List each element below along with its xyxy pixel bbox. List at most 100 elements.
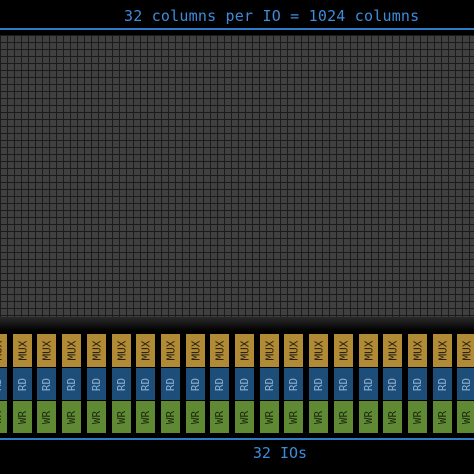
io-rd-label: RD bbox=[139, 377, 152, 391]
io-mux-block: MUX bbox=[112, 334, 131, 367]
ios-label: 32 IOs bbox=[252, 444, 308, 462]
io-mux-label: MUX bbox=[189, 340, 202, 361]
io-rd-label: RD bbox=[460, 377, 473, 391]
io-rd-label: RD bbox=[65, 377, 78, 391]
io-rd-label: RD bbox=[16, 377, 29, 391]
io-wr-label: WR bbox=[0, 410, 4, 424]
io-wr-label: WR bbox=[386, 410, 399, 424]
memory-array-grid bbox=[0, 35, 474, 317]
io-wr-label: WR bbox=[263, 410, 276, 424]
io-wr-label: WR bbox=[287, 410, 300, 424]
io-wr-block: WR bbox=[359, 401, 378, 433]
io-rd-label: RD bbox=[238, 377, 251, 391]
io-rd-block: RD bbox=[136, 368, 155, 400]
io-wr-block: WR bbox=[457, 401, 474, 433]
io-rd-block: RD bbox=[408, 368, 427, 400]
io-mux-block: MUX bbox=[186, 334, 205, 367]
io-rd-block: RD bbox=[433, 368, 452, 400]
io-wr-block: WR bbox=[136, 401, 155, 433]
io-rd-label: RD bbox=[90, 377, 103, 391]
io-mux-label: MUX bbox=[213, 340, 226, 361]
io-wr-label: WR bbox=[337, 410, 350, 424]
io-mux-label: MUX bbox=[411, 340, 424, 361]
io-rd-block: RD bbox=[37, 368, 56, 400]
io-wr-block: WR bbox=[408, 401, 427, 433]
io-mux-label: MUX bbox=[436, 340, 449, 361]
io-rd-block: RD bbox=[161, 368, 180, 400]
io-wr-block: WR bbox=[13, 401, 32, 433]
io-mux-block: MUX bbox=[408, 334, 427, 367]
io-mux-block: MUX bbox=[309, 334, 328, 367]
io-wr-label: WR bbox=[362, 410, 375, 424]
io-wr-label: WR bbox=[460, 410, 473, 424]
io-mux-label: MUX bbox=[16, 340, 29, 361]
io-mux-block: MUX bbox=[433, 334, 452, 367]
io-mux-block: MUX bbox=[210, 334, 229, 367]
io-mux-label: MUX bbox=[90, 340, 103, 361]
io-mux-label: MUX bbox=[139, 340, 152, 361]
io-rd-block: RD bbox=[0, 368, 7, 400]
io-wr-label: WR bbox=[411, 410, 424, 424]
io-rd-block: RD bbox=[235, 368, 254, 400]
io-rd-label: RD bbox=[287, 377, 300, 391]
io-mux-block: MUX bbox=[260, 334, 279, 367]
io-rd-label: RD bbox=[115, 377, 128, 391]
io-wr-label: WR bbox=[213, 410, 226, 424]
io-wr-label: WR bbox=[238, 410, 251, 424]
io-mux-block: MUX bbox=[334, 334, 353, 367]
io-wr-label: WR bbox=[312, 410, 325, 424]
io-mux-label: MUX bbox=[386, 340, 399, 361]
io-mux-label: MUX bbox=[0, 340, 4, 361]
io-mux-label: MUX bbox=[287, 340, 300, 361]
io-wr-block: WR bbox=[87, 401, 106, 433]
io-mux-block: MUX bbox=[235, 334, 254, 367]
io-mux-label: MUX bbox=[312, 340, 325, 361]
io-wr-label: WR bbox=[16, 410, 29, 424]
io-wr-block: WR bbox=[210, 401, 229, 433]
io-mux-block: MUX bbox=[13, 334, 32, 367]
io-rd-block: RD bbox=[359, 368, 378, 400]
io-rd-block: RD bbox=[112, 368, 131, 400]
io-mux-block: MUX bbox=[62, 334, 81, 367]
io-mux-block: MUX bbox=[136, 334, 155, 367]
io-wr-block: WR bbox=[260, 401, 279, 433]
io-mux-block: MUX bbox=[284, 334, 303, 367]
io-mux-block: MUX bbox=[383, 334, 402, 367]
io-rd-block: RD bbox=[457, 368, 474, 400]
io-mux-block: MUX bbox=[87, 334, 106, 367]
io-mux-label: MUX bbox=[164, 340, 177, 361]
io-wr-block: WR bbox=[284, 401, 303, 433]
io-wr-label: WR bbox=[164, 410, 177, 424]
io-wr-block: WR bbox=[383, 401, 402, 433]
io-rd-label: RD bbox=[164, 377, 177, 391]
io-mux-block: MUX bbox=[37, 334, 56, 367]
io-rd-label: RD bbox=[337, 377, 350, 391]
io-wr-block: WR bbox=[334, 401, 353, 433]
grid-fade bbox=[0, 317, 474, 331]
io-wr-block: WR bbox=[161, 401, 180, 433]
columns-title: 32 columns per IO = 1024 columns bbox=[124, 7, 420, 25]
io-rd-label: RD bbox=[436, 377, 449, 391]
io-wr-block: WR bbox=[0, 401, 7, 433]
io-rd-block: RD bbox=[186, 368, 205, 400]
io-mux-block: MUX bbox=[359, 334, 378, 367]
io-rd-label: RD bbox=[411, 377, 424, 391]
io-mux-label: MUX bbox=[263, 340, 276, 361]
io-rd-label: RD bbox=[312, 377, 325, 391]
io-wr-block: WR bbox=[309, 401, 328, 433]
io-wr-label: WR bbox=[139, 410, 152, 424]
io-wr-label: WR bbox=[65, 410, 78, 424]
io-wr-label: WR bbox=[436, 410, 449, 424]
io-mux-label: MUX bbox=[65, 340, 78, 361]
io-rd-block: RD bbox=[13, 368, 32, 400]
io-wr-label: WR bbox=[40, 410, 53, 424]
io-mux-label: MUX bbox=[362, 340, 375, 361]
io-wr-block: WR bbox=[186, 401, 205, 433]
io-wr-block: WR bbox=[433, 401, 452, 433]
io-mux-label: MUX bbox=[40, 340, 53, 361]
io-rd-label: RD bbox=[362, 377, 375, 391]
io-mux-label: MUX bbox=[115, 340, 128, 361]
io-rd-label: RD bbox=[263, 377, 276, 391]
io-wr-block: WR bbox=[62, 401, 81, 433]
io-rd-block: RD bbox=[309, 368, 328, 400]
